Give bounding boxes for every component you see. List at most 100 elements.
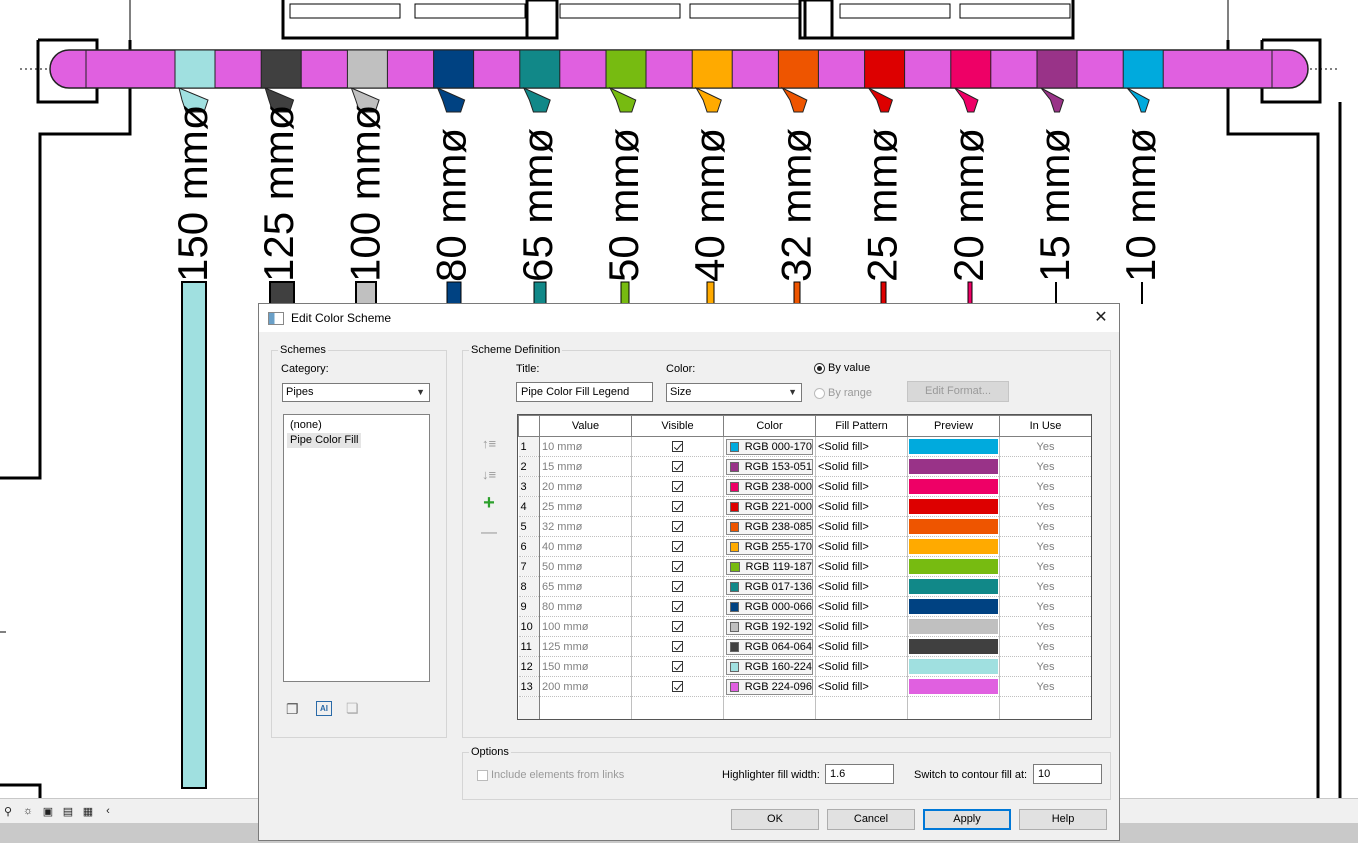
visible-checkbox[interactable] [672, 661, 683, 673]
scheme-item[interactable]: (none) [287, 418, 325, 433]
visible-checkbox[interactable] [672, 561, 683, 573]
row-number[interactable]: 8 [518, 576, 540, 597]
schemes-list[interactable]: (none) Pipe Color Fill [283, 414, 430, 682]
color-button[interactable]: RGB 153-051 [726, 458, 813, 475]
highlighter-width-input[interactable]: 1.6 [825, 764, 894, 784]
row-number[interactable]: 11 [518, 636, 540, 657]
by-value-radio[interactable]: By value [814, 362, 870, 374]
visible-checkbox[interactable] [672, 601, 683, 613]
category-select[interactable]: Pipes ▼ [282, 383, 430, 402]
by-range-radio[interactable]: By range [814, 387, 872, 399]
visible-checkbox[interactable] [672, 461, 683, 473]
fill-pattern-cell[interactable]: <Solid fill> [815, 676, 908, 697]
fill-pattern-cell[interactable]: <Solid fill> [815, 556, 908, 577]
visible-checkbox[interactable] [672, 581, 683, 593]
column-header[interactable]: Visible [631, 415, 724, 437]
table-row[interactable]: 3 20 mmø RGB 238-000 <Solid fill> Yes [518, 476, 1091, 497]
row-number[interactable]: 7 [518, 556, 540, 577]
fill-pattern-cell[interactable]: <Solid fill> [815, 636, 908, 657]
fill-pattern-cell[interactable]: <Solid fill> [815, 496, 908, 517]
visible-checkbox[interactable] [672, 541, 683, 553]
edit-format-button[interactable]: Edit Format... [907, 381, 1009, 402]
color-button[interactable]: RGB 238-000 [726, 478, 813, 495]
contour-fill-input[interactable]: 10 [1033, 764, 1102, 784]
fill-pattern-cell[interactable]: <Solid fill> [815, 576, 908, 597]
fill-pattern-cell[interactable]: <Solid fill> [815, 476, 908, 497]
table-row[interactable]: 6 40 mmø RGB 255-170 <Solid fill> Yes [518, 536, 1091, 557]
color-button[interactable]: RGB 119-187 [726, 558, 813, 575]
table-row[interactable]: 4 25 mmø RGB 221-000 <Solid fill> Yes [518, 496, 1091, 517]
color-button[interactable]: RGB 255-170 [726, 538, 813, 555]
table-row[interactable]: 5 32 mmø RGB 238-085 <Solid fill> Yes [518, 516, 1091, 537]
row-number[interactable]: 2 [518, 456, 540, 477]
move-down-icon[interactable]: ↓≡ [480, 466, 498, 484]
fill-pattern-cell[interactable]: <Solid fill> [815, 536, 908, 557]
title-input[interactable]: Pipe Color Fill Legend [516, 382, 653, 402]
visual-style-icon[interactable]: ⚲ [0, 805, 16, 818]
duplicate-scheme-icon[interactable]: ❐ [286, 701, 302, 717]
table-row[interactable]: 11 125 mmø RGB 064-064 <Solid fill> Yes [518, 636, 1091, 657]
crop-icon[interactable]: ▣ [40, 805, 56, 818]
fill-pattern-cell[interactable]: <Solid fill> [815, 656, 908, 677]
cancel-button[interactable]: Cancel [827, 809, 915, 830]
visible-checkbox[interactable] [672, 481, 683, 493]
visible-checkbox[interactable] [672, 501, 683, 513]
row-number[interactable]: 3 [518, 476, 540, 497]
row-number[interactable]: 12 [518, 656, 540, 677]
add-value-icon[interactable]: + [480, 493, 498, 513]
fill-pattern-cell[interactable]: <Solid fill> [815, 516, 908, 537]
color-select[interactable]: Size ▼ [666, 383, 802, 402]
visible-checkbox[interactable] [672, 641, 683, 653]
row-number[interactable]: 4 [518, 496, 540, 517]
row-number[interactable]: 5 [518, 516, 540, 537]
sun-path-icon[interactable]: ☼ [20, 805, 36, 817]
apply-button[interactable]: Apply [923, 809, 1011, 830]
color-button[interactable]: RGB 192-192 [726, 618, 813, 635]
color-button[interactable]: RGB 224-096 [726, 678, 813, 695]
table-row[interactable]: 10 100 mmø RGB 192-192 <Solid fill> Yes [518, 616, 1091, 637]
row-number[interactable]: 1 [518, 436, 540, 457]
table-row[interactable]: 2 15 mmø RGB 153-051 <Solid fill> Yes [518, 456, 1091, 477]
visible-checkbox[interactable] [672, 621, 683, 633]
row-number[interactable]: 6 [518, 536, 540, 557]
fill-pattern-cell[interactable]: <Solid fill> [815, 456, 908, 477]
move-up-icon[interactable]: ↑≡ [480, 435, 498, 453]
row-number[interactable]: 10 [518, 616, 540, 637]
color-button[interactable]: RGB 221-000 [726, 498, 813, 515]
fill-pattern-cell[interactable]: <Solid fill> [815, 436, 908, 457]
scheme-item[interactable]: Pipe Color Fill [287, 433, 362, 448]
fill-pattern-cell[interactable]: <Solid fill> [815, 616, 908, 637]
table-row[interactable]: 12 150 mmø RGB 160-224 <Solid fill> Yes [518, 656, 1091, 677]
table-row[interactable]: 9 80 mmø RGB 000-066 <Solid fill> Yes [518, 596, 1091, 617]
remove-value-icon[interactable]: — [480, 524, 498, 542]
temporary-hide-icon[interactable]: ▤ [60, 805, 76, 818]
column-header[interactable]: Fill Pattern [815, 415, 908, 437]
table-row[interactable]: 8 65 mmø RGB 017-136 <Solid fill> Yes [518, 576, 1091, 597]
visible-checkbox[interactable] [672, 441, 683, 453]
color-button[interactable]: RGB 000-170 [726, 438, 813, 455]
include-links-checkbox[interactable]: Include elements from links [477, 769, 624, 781]
table-row[interactable]: 1 10 mmø RGB 000-170 <Solid fill> Yes [518, 436, 1091, 457]
color-button[interactable]: RGB 238-085 [726, 518, 813, 535]
help-button[interactable]: Help [1019, 809, 1107, 830]
fill-pattern-cell[interactable]: <Solid fill> [815, 596, 908, 617]
close-icon[interactable]: ✕ [1091, 308, 1111, 328]
color-button[interactable]: RGB 160-224 [726, 658, 813, 675]
column-header[interactable]: In Use [999, 415, 1091, 437]
color-button[interactable]: RGB 017-136 [726, 578, 813, 595]
row-number[interactable]: 13 [518, 676, 540, 697]
color-button[interactable]: RGB 000-066 [726, 598, 813, 615]
color-button[interactable]: RGB 064-064 [726, 638, 813, 655]
collapse-arrow-icon[interactable]: ‹ [100, 805, 116, 817]
table-row[interactable]: 7 50 mmø RGB 119-187 <Solid fill> Yes [518, 556, 1091, 577]
reveal-elements-icon[interactable]: ▦ [80, 805, 96, 818]
column-header[interactable]: Color [723, 415, 816, 437]
visible-checkbox[interactable] [672, 681, 683, 693]
column-header[interactable]: Value [539, 415, 632, 437]
rename-scheme-icon[interactable]: AI [316, 701, 332, 716]
row-number[interactable]: 9 [518, 596, 540, 617]
table-row[interactable]: 13 200 mmø RGB 224-096 <Solid fill> Yes [518, 676, 1091, 697]
column-header[interactable]: Preview [907, 415, 1000, 437]
ok-button[interactable]: OK [731, 809, 819, 830]
delete-scheme-icon[interactable]: ❏ [346, 700, 362, 716]
